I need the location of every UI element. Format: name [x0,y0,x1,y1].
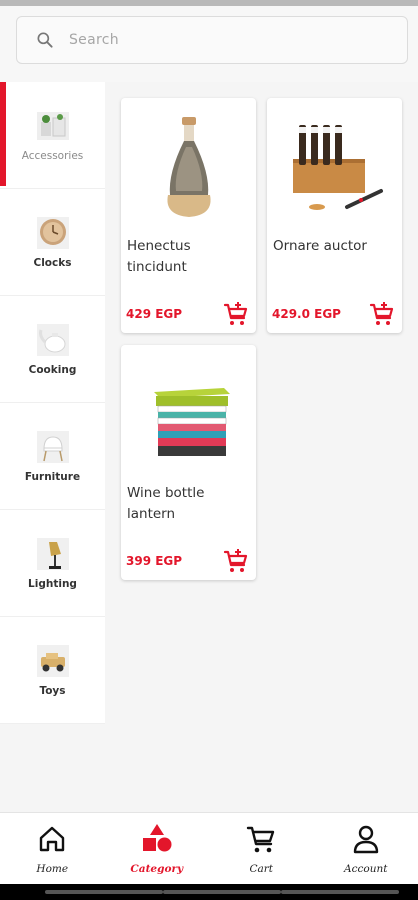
sidebar-item-label: Lighting [28,578,77,590]
nav-category[interactable]: Category [105,813,210,884]
nav-label: Account [344,863,388,875]
toy-car-thumb-icon [35,643,71,679]
add-to-cart-button[interactable] [221,546,251,576]
product-price: 399 EGP [126,554,183,568]
stacked-boxes-image [121,345,256,479]
system-home-button[interactable] [163,890,281,894]
nav-label: Category [130,863,184,875]
sidebar-item-accessories[interactable]: Accessories [0,82,105,189]
add-to-cart-button[interactable] [221,299,251,329]
nav-label: Home [36,863,69,875]
nav-account[interactable]: Account [314,813,418,884]
glass-bottle-image [121,98,256,232]
nav-home[interactable]: Home [0,813,105,884]
bamboo-rack-image [267,98,402,232]
search-input[interactable] [69,32,369,48]
product-name: Henectus tincidunt [127,238,191,275]
product-name: Ornare auctor [273,238,367,254]
cooking-thumb-icon [35,322,71,358]
chair-thumb-icon [35,429,71,465]
add-to-cart-icon [369,302,394,325]
cart-icon [245,823,277,855]
lamp-thumb-icon [35,536,71,572]
bottom-navigation: Home Category Cart Account [0,812,418,884]
nav-cart[interactable]: Cart [209,813,314,884]
accessories-thumb-icon [35,108,71,144]
category-sidebar: Accessories Clocks Cooking Furniture Lig… [0,82,105,724]
add-to-cart-icon [223,549,248,572]
category-shapes-icon [141,823,173,855]
sidebar-item-furniture[interactable]: Furniture [0,403,105,510]
product-card[interactable]: Wine bottle lantern 399 EGP [121,345,256,580]
product-price: 429 EGP [126,307,183,321]
sidebar-item-label: Cooking [28,364,77,376]
add-to-cart-icon [223,302,248,325]
clock-thumb-icon [35,215,71,251]
system-recents-button[interactable] [281,890,399,894]
search-icon [37,32,53,48]
sidebar-item-label: Furniture [24,471,81,483]
sidebar-item-label: Accessories [21,150,84,162]
home-icon [36,823,68,855]
system-back-button[interactable] [45,890,163,894]
product-name: Wine bottle lantern [127,485,205,522]
sidebar-item-clocks[interactable]: Clocks [0,189,105,296]
sidebar-item-toys[interactable]: Toys [0,617,105,724]
add-to-cart-button[interactable] [367,299,397,329]
sidebar-item-label: Toys [39,685,66,697]
nav-label: Cart [249,863,274,875]
product-card[interactable]: Ornare auctor 429.0 EGP [267,98,402,333]
account-icon [350,823,382,855]
product-card[interactable]: Henectus tincidunt 429 EGP [121,98,256,333]
search-bar[interactable] [16,16,408,64]
system-navigation-bar [0,884,418,900]
sidebar-item-cooking[interactable]: Cooking [0,296,105,403]
sidebar-item-lighting[interactable]: Lighting [0,510,105,617]
product-price: 429.0 EGP [272,307,341,321]
sidebar-item-label: Clocks [33,257,72,269]
